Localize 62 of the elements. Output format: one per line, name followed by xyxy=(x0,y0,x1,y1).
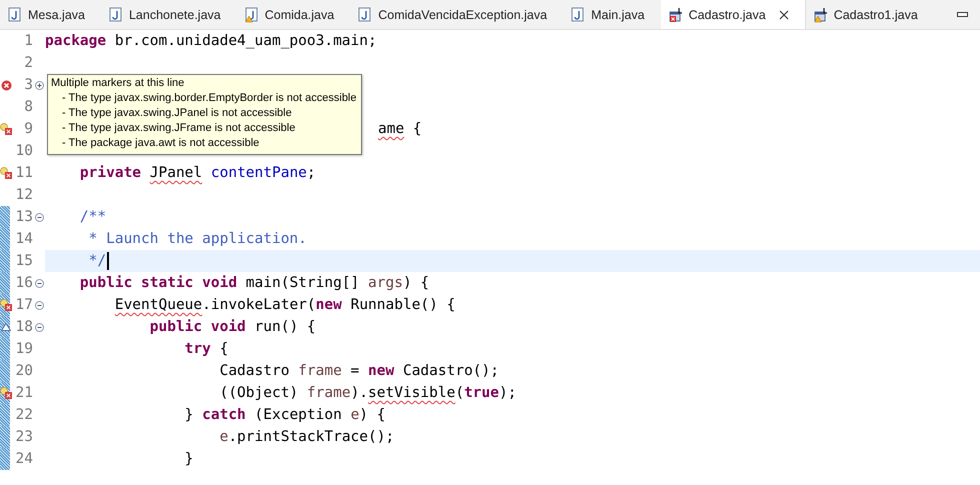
tooltip-message: - The type javax.swing.JPanel is not accessible xyxy=(61,106,293,121)
line-number: 19 xyxy=(14,341,33,357)
java-file-icon xyxy=(571,6,586,22)
form-file-icon xyxy=(814,6,829,22)
collapse-icon[interactable] xyxy=(34,300,44,310)
editor-tab[interactable]: Cadastro1.java xyxy=(806,0,934,29)
text-cursor xyxy=(107,252,109,270)
line-number: 21 xyxy=(14,385,33,401)
java-file-icon xyxy=(108,6,124,22)
code-line: public static void main(String[] args) { xyxy=(78,275,430,291)
line-number: 18 xyxy=(14,319,33,335)
line-number: 2 xyxy=(23,55,33,71)
tooltip-message: - The type javax.swing.border.EmptyBorder is not accessible xyxy=(61,91,356,106)
line-number: 13 xyxy=(14,209,33,225)
code-line: Cadastro frame = new Cadastro(); xyxy=(218,363,499,379)
code-line: */ xyxy=(88,253,106,269)
line-number: 22 xyxy=(14,407,33,423)
line-number: 23 xyxy=(14,429,33,445)
code-line: private JPanel contentPane; xyxy=(78,165,316,181)
form-file-icon xyxy=(668,6,684,22)
java-file-icon xyxy=(358,6,374,22)
code-line: package br.com.unidade4_uam_poo3.main; xyxy=(45,33,377,49)
line-number: 10 xyxy=(14,143,33,159)
line-number: 11 xyxy=(14,165,33,181)
collapse-icon[interactable] xyxy=(34,278,44,288)
tooltip-message: - The type javax.swing.JFrame is not accessible xyxy=(61,121,296,136)
line-number: 15 xyxy=(14,253,33,269)
line-number: 9 xyxy=(23,121,33,137)
line-number: 20 xyxy=(14,363,33,379)
editor-tab[interactable]: Comida.java xyxy=(236,0,350,29)
tooltip-message: - The package java.awt is not accessible xyxy=(61,136,260,151)
editor-tab[interactable]: Cadastro.java xyxy=(660,0,806,29)
code-line: /** xyxy=(78,209,106,225)
code-line: ame { xyxy=(378,121,422,137)
line-number: 14 xyxy=(14,231,33,247)
minimize-icon[interactable] xyxy=(957,12,968,18)
java-file-icon xyxy=(8,6,23,22)
close-icon[interactable] xyxy=(778,10,789,20)
code-line: try { xyxy=(184,341,228,357)
code-line: } catch (Exception e) { xyxy=(184,407,386,423)
line-number: 17 xyxy=(14,297,33,313)
code-line: * Launch the application. xyxy=(88,231,307,247)
editor-tab[interactable]: Main.java xyxy=(563,0,661,29)
code-line: ((Object) frame).setVisible(true); xyxy=(218,385,516,401)
expand-icon[interactable] xyxy=(34,80,44,90)
code-line: public void run() { xyxy=(148,319,316,335)
line-number: 12 xyxy=(14,187,33,203)
collapse-icon[interactable] xyxy=(34,212,44,222)
code-line: } xyxy=(184,451,194,467)
line-number: 16 xyxy=(14,275,33,291)
line-number: 8 xyxy=(23,99,33,115)
line-number: 1 xyxy=(23,33,33,49)
editor-tab[interactable]: Lanchonete.java xyxy=(100,0,237,29)
line-number: 3 xyxy=(23,77,33,93)
code-line: EventQueue.invokeLater(new Runnable() { xyxy=(114,297,456,313)
editor-tab[interactable]: Mesa.java xyxy=(0,0,101,29)
collapse-icon[interactable] xyxy=(34,322,44,332)
line-number: 24 xyxy=(14,451,33,467)
tooltip-title: Multiple markers at this line xyxy=(51,76,186,91)
code-line: e.printStackTrace(); xyxy=(218,429,394,445)
editor-tab[interactable]: ComidaVencidaException.java xyxy=(350,0,564,29)
java-file-icon xyxy=(244,6,260,22)
